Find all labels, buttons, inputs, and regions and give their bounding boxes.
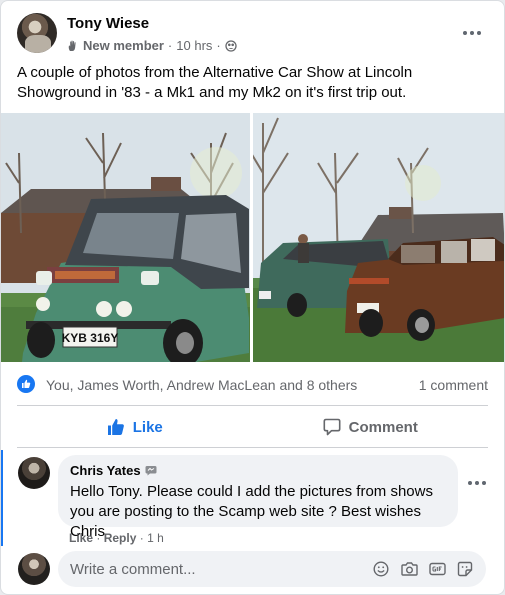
post-header: Tony Wiese New member · 10 hrs · [17, 13, 490, 57]
post-time[interactable]: 10 hrs [176, 38, 212, 53]
post-card: Tony Wiese New member · 10 hrs · A coupl… [0, 0, 505, 595]
number-plate: KYB 316Y [62, 331, 119, 345]
divider [17, 405, 488, 406]
post-options-button[interactable] [460, 21, 484, 45]
meta-separator: · [216, 38, 221, 53]
comment-time[interactable]: 1 h [147, 531, 164, 545]
like-thumb-icon [107, 419, 124, 435]
comment-actions: Like · Reply · 1 h [69, 531, 164, 545]
gif-icon [428, 562, 446, 576]
commenter-avatar[interactable] [18, 457, 50, 489]
comment-like-link[interactable]: Like [69, 531, 93, 545]
photo-gallery: KYB 316Y [1, 113, 504, 362]
post-author[interactable]: Tony Wiese [67, 15, 149, 32]
like-label: Like [132, 418, 163, 436]
comment-label: Comment [348, 418, 418, 436]
like-button[interactable]: Like [17, 407, 253, 447]
emoji-icon [373, 561, 389, 577]
photo-mk1-and-mk2[interactable] [253, 113, 504, 362]
more-dots-icon [463, 31, 481, 35]
post-actions: Like Comment [17, 407, 488, 447]
member-badge[interactable]: New member [83, 38, 164, 53]
comment-count[interactable]: 1 comment [419, 377, 488, 393]
photo-mk1[interactable]: KYB 316Y [1, 113, 250, 362]
comment-separator: · [139, 531, 144, 545]
comment-composer [58, 551, 486, 587]
comment-icon [323, 418, 341, 436]
comment-author-row: Chris Yates [70, 463, 446, 478]
camera-icon [400, 562, 418, 576]
messenger-icon [145, 466, 157, 476]
current-user-avatar[interactable] [18, 553, 50, 585]
reaction-names[interactable]: You, James Worth, Andrew MacLean and 8 o… [46, 377, 357, 393]
globe-icon[interactable] [225, 39, 237, 52]
more-dots-icon [468, 481, 486, 485]
composer-tools [372, 560, 474, 578]
comment-bubble: Chris Yates Hello Tony. Please could I a… [58, 455, 458, 540]
write-comment-input[interactable] [70, 560, 372, 578]
comment-reply-link[interactable]: Reply [104, 531, 137, 545]
author-avatar[interactable] [17, 13, 57, 53]
emoji-button[interactable] [372, 560, 390, 578]
gif-button[interactable] [428, 560, 446, 578]
photo-button[interactable] [400, 560, 418, 578]
meta-separator: · [167, 38, 173, 53]
hand-icon [68, 40, 76, 51]
comment-options-button[interactable] [468, 481, 486, 485]
comment-highlight-bar [1, 450, 3, 546]
comment-button[interactable]: Comment [253, 407, 489, 447]
comment-author[interactable]: Chris Yates [70, 463, 141, 478]
post-text: A couple of photos from the Alternative … [17, 64, 413, 101]
comment-separator: · [96, 531, 101, 545]
sticker-button[interactable] [456, 560, 474, 578]
like-reaction-icon[interactable] [17, 375, 35, 393]
post-meta: New member · 10 hrs · [67, 38, 237, 53]
reactions-row: You, James Worth, Andrew MacLean and 8 o… [17, 373, 488, 399]
divider [17, 447, 488, 448]
sticker-icon [457, 561, 473, 577]
